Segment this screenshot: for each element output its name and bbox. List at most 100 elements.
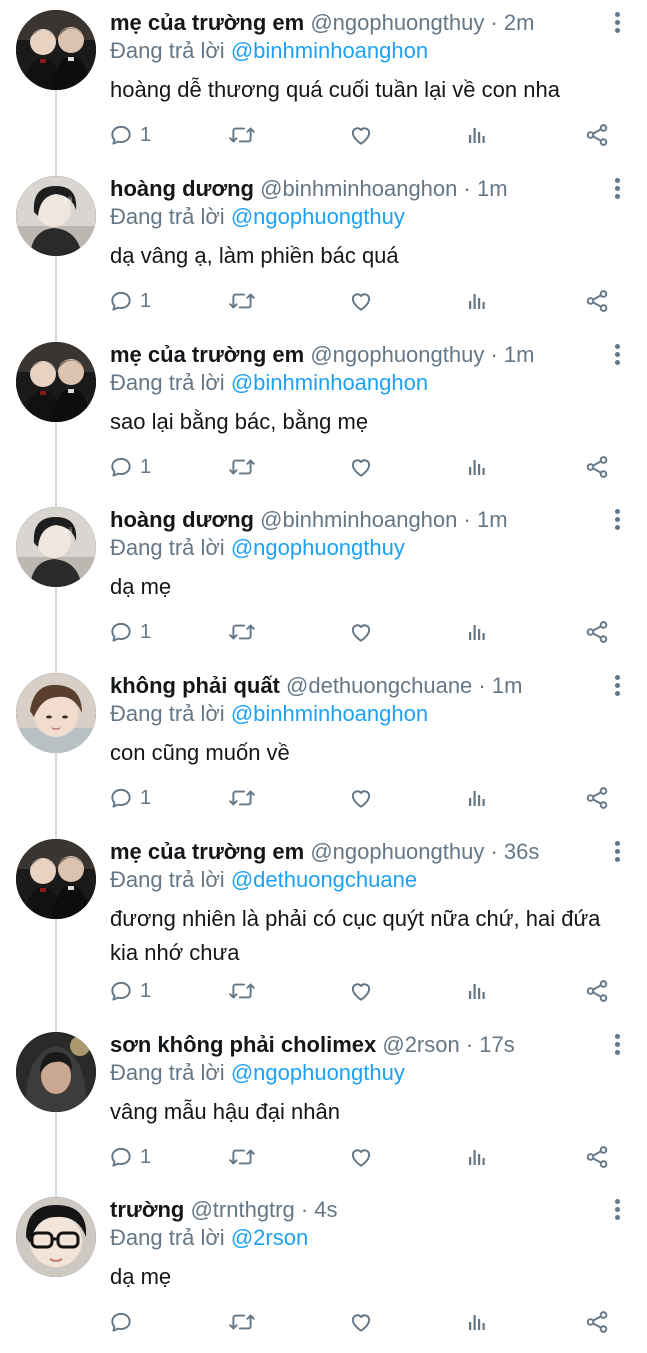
retweet-button[interactable] xyxy=(228,976,256,1006)
author-handle[interactable]: @binhminhoanghon xyxy=(260,507,457,532)
reply-button[interactable]: 1 xyxy=(108,617,151,647)
timestamp[interactable]: 1m xyxy=(477,176,508,201)
avatar[interactable]: xii xyxy=(16,176,96,256)
analytics-button[interactable] xyxy=(466,976,490,1006)
replying-to-line: Đang trả lời @binhminhoanghon xyxy=(110,699,428,729)
tweet-actions: 1 xyxy=(0,617,647,647)
retweet-button[interactable] xyxy=(228,286,256,316)
like-button[interactable] xyxy=(347,286,375,316)
author-name[interactable]: mẹ của trường em xyxy=(110,342,304,367)
author-handle[interactable]: @ngophuongthuy xyxy=(310,10,484,35)
analytics-button[interactable] xyxy=(466,1142,490,1172)
author-name[interactable]: không phải quất xyxy=(110,673,280,698)
timestamp[interactable]: 1m xyxy=(492,673,523,698)
replying-to-handle[interactable]: @ngophuongthuy xyxy=(231,204,405,229)
reply-icon xyxy=(108,785,134,811)
avatar[interactable] xyxy=(16,673,96,753)
tweet-actions: 1 xyxy=(0,783,647,813)
retweet-icon xyxy=(228,619,256,645)
share-button[interactable] xyxy=(584,286,610,316)
timestamp[interactable]: 1m xyxy=(504,342,535,367)
retweet-button[interactable] xyxy=(228,783,256,813)
like-button[interactable] xyxy=(347,120,375,150)
like-button[interactable] xyxy=(347,1307,375,1337)
author-handle[interactable]: @2rson xyxy=(382,1032,459,1057)
author-handle[interactable]: @trnthgtrg xyxy=(190,1197,294,1222)
timestamp[interactable]: 1m xyxy=(477,507,508,532)
more-options-icon[interactable] xyxy=(613,1199,621,1221)
analytics-button[interactable] xyxy=(466,452,490,482)
timestamp[interactable]: 2m xyxy=(504,10,535,35)
replying-to-handle[interactable]: @ngophuongthuy xyxy=(231,1060,405,1085)
tweet[interactable]: mẹ của trường em @ngophuongthuy · 36s Đan… xyxy=(0,829,647,995)
reply-count: 1 xyxy=(140,1145,152,1168)
reply-button[interactable]: 1 xyxy=(108,120,151,150)
reply-button[interactable]: 1 xyxy=(108,783,151,813)
like-button[interactable] xyxy=(347,452,375,482)
more-options-icon[interactable] xyxy=(613,841,621,863)
like-button[interactable] xyxy=(347,976,375,1006)
retweet-button[interactable] xyxy=(228,452,256,482)
share-button[interactable] xyxy=(584,452,610,482)
retweet-button[interactable] xyxy=(228,120,256,150)
analytics-icon xyxy=(466,1310,490,1334)
author-name[interactable]: trường xyxy=(110,1197,184,1222)
share-button[interactable] xyxy=(584,783,610,813)
more-options-icon[interactable] xyxy=(613,344,621,366)
share-button[interactable] xyxy=(584,617,610,647)
like-button[interactable] xyxy=(347,1142,375,1172)
timestamp[interactable]: 4s xyxy=(314,1197,337,1222)
replying-to-handle[interactable]: @binhminhoanghon xyxy=(231,370,428,395)
author-name[interactable]: mẹ của trường em xyxy=(110,839,304,864)
replying-to-handle[interactable]: @binhminhoanghon xyxy=(231,701,428,726)
more-options-icon[interactable] xyxy=(613,675,621,697)
replying-to-handle[interactable]: @binhminhoanghon xyxy=(231,38,428,63)
share-button[interactable] xyxy=(584,1307,610,1337)
separator-dot: · xyxy=(484,342,504,367)
reply-button[interactable]: 1 xyxy=(108,286,151,316)
timestamp[interactable]: 36s xyxy=(504,839,539,864)
share-button[interactable] xyxy=(584,976,610,1006)
reply-button[interactable]: 1 xyxy=(108,1142,151,1172)
retweet-button[interactable] xyxy=(228,1142,256,1172)
timestamp[interactable]: 17s xyxy=(479,1032,514,1057)
replying-to-handle[interactable]: @2rson xyxy=(231,1225,308,1250)
analytics-button[interactable] xyxy=(466,120,490,150)
avatar[interactable] xyxy=(16,1032,96,1112)
like-button[interactable] xyxy=(347,617,375,647)
analytics-icon xyxy=(466,620,490,644)
retweet-button[interactable] xyxy=(228,1307,256,1337)
share-button[interactable] xyxy=(584,120,610,150)
avatar[interactable] xyxy=(16,342,96,422)
author-name[interactable]: hoàng dương xyxy=(110,176,254,201)
reply-button[interactable] xyxy=(108,1307,140,1337)
replying-to-handle[interactable]: @ngophuongthuy xyxy=(231,535,405,560)
avatar[interactable]: xii xyxy=(16,507,96,587)
author-handle[interactable]: @binhminhoanghon xyxy=(260,176,457,201)
replying-to-handle[interactable]: @dethuongchuane xyxy=(231,867,417,892)
more-options-icon[interactable] xyxy=(613,178,621,200)
analytics-button[interactable] xyxy=(466,617,490,647)
analytics-button[interactable] xyxy=(466,783,490,813)
like-button[interactable] xyxy=(347,783,375,813)
analytics-button[interactable] xyxy=(466,286,490,316)
more-options-icon[interactable] xyxy=(613,509,621,531)
reply-button[interactable]: 1 xyxy=(108,452,151,482)
author-handle[interactable]: @ngophuongthuy xyxy=(310,342,484,367)
avatar[interactable] xyxy=(16,1197,96,1277)
share-button[interactable] xyxy=(584,1142,610,1172)
analytics-button[interactable] xyxy=(466,1307,490,1337)
more-options-icon[interactable] xyxy=(613,12,621,34)
author-name[interactable]: mẹ của trường em xyxy=(110,10,304,35)
author-handle[interactable]: @ngophuongthuy xyxy=(310,839,484,864)
avatar[interactable] xyxy=(16,10,96,90)
retweet-icon xyxy=(228,122,256,148)
reply-button[interactable]: 1 xyxy=(108,976,151,1006)
author-name[interactable]: sơn không phải cholimex xyxy=(110,1032,376,1057)
author-handle[interactable]: @dethuongchuane xyxy=(286,673,472,698)
avatar[interactable] xyxy=(16,839,96,919)
more-options-icon[interactable] xyxy=(613,1034,621,1056)
author-name[interactable]: hoàng dương xyxy=(110,507,254,532)
heart-icon xyxy=(347,785,375,811)
retweet-button[interactable] xyxy=(228,617,256,647)
